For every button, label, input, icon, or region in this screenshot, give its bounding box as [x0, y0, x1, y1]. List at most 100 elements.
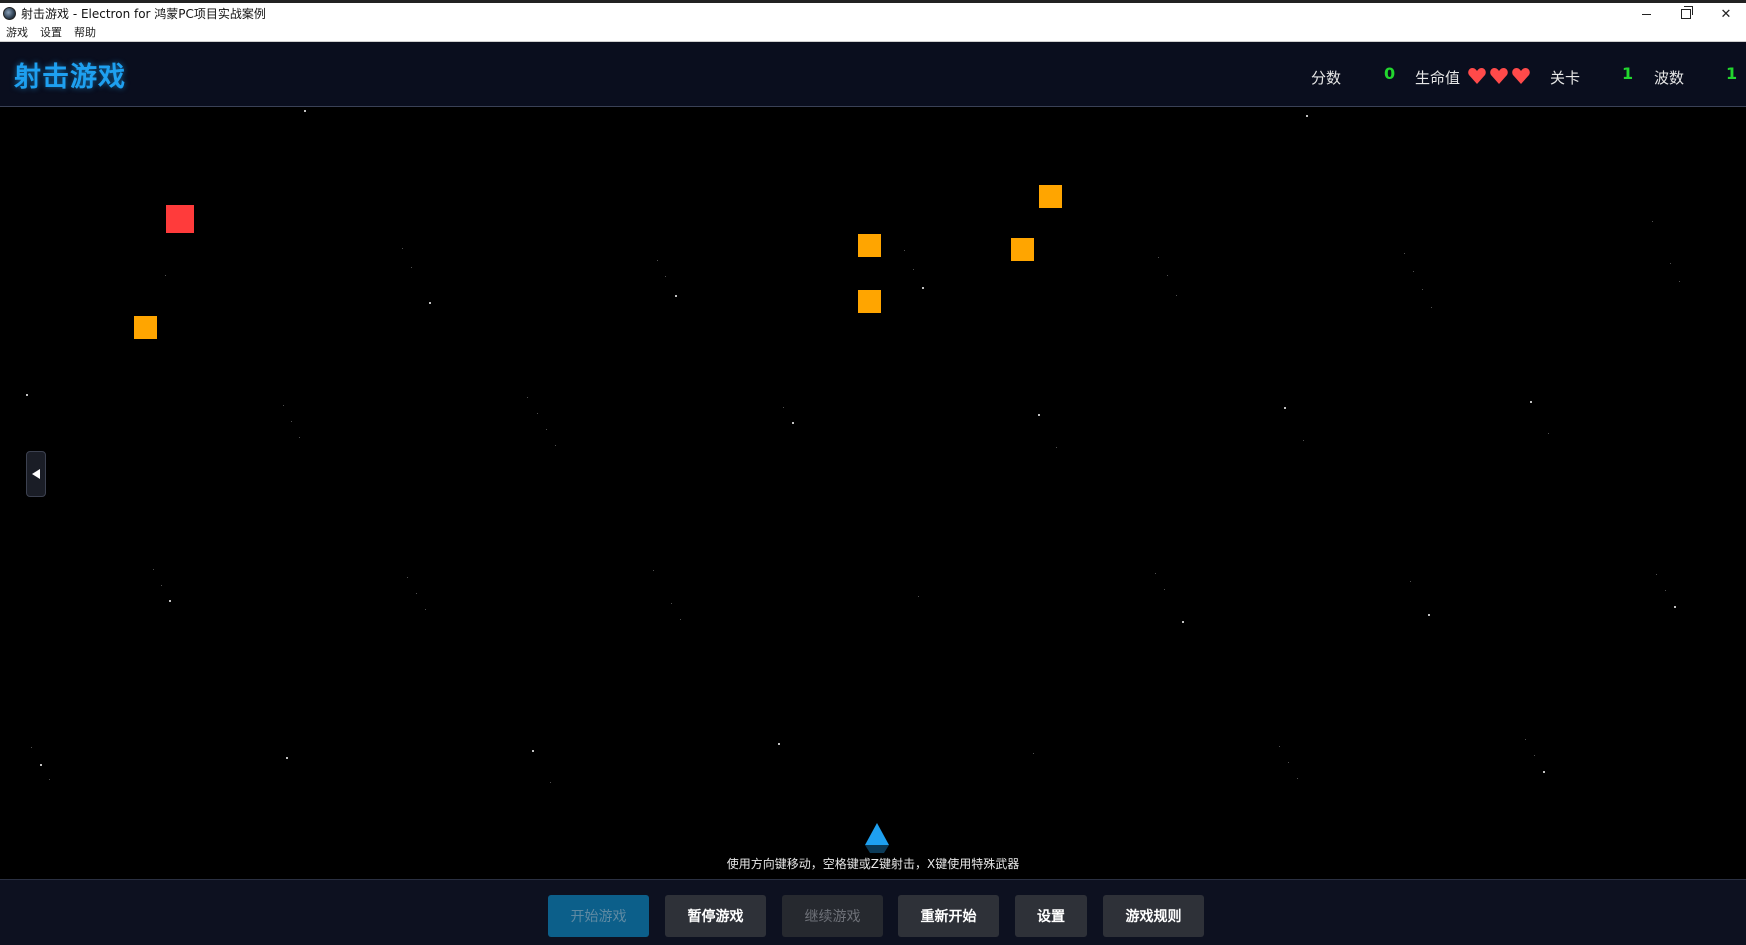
menu-item-game[interactable]: 游戏 — [0, 25, 34, 41]
score-label: 分数 — [1311, 69, 1342, 87]
star — [657, 260, 658, 261]
star — [429, 302, 431, 304]
star — [653, 570, 654, 571]
enemy-red-block — [166, 205, 194, 233]
star — [1158, 257, 1159, 258]
star — [425, 609, 426, 610]
resume-game-button[interactable]: 继续游戏 — [782, 895, 883, 937]
score-value: 0 — [1384, 64, 1396, 83]
star — [1288, 762, 1289, 763]
star — [675, 295, 677, 297]
lives-hearts — [1467, 66, 1531, 86]
star — [1548, 433, 1549, 434]
menu-bar: 游戏 设置 帮助 — [0, 24, 1746, 42]
minimize-button[interactable] — [1626, 4, 1666, 24]
game-header: 射击游戏 分数 0 生命值 关卡 1 波数 1 — [0, 42, 1746, 107]
game-title: 射击游戏 — [14, 62, 126, 93]
star — [1297, 778, 1298, 779]
star — [665, 276, 666, 277]
star — [680, 619, 681, 620]
star — [1279, 746, 1280, 747]
enemy-orange-block — [134, 316, 157, 339]
star — [304, 110, 306, 112]
game-rules-button[interactable]: 游戏规则 — [1103, 895, 1204, 937]
star — [1431, 307, 1432, 308]
star — [1428, 614, 1430, 616]
star — [913, 269, 914, 270]
star — [1543, 771, 1545, 773]
star — [550, 782, 551, 783]
star — [26, 394, 28, 396]
star — [40, 764, 42, 766]
star — [1176, 295, 1177, 296]
star — [1656, 574, 1657, 575]
star — [49, 779, 50, 780]
app-icon — [3, 7, 16, 20]
star — [161, 585, 162, 586]
star — [1303, 440, 1304, 441]
restore-button[interactable] — [1666, 4, 1706, 24]
star — [671, 603, 672, 604]
pause-game-button[interactable]: 暂停游戏 — [665, 895, 766, 937]
star — [1404, 253, 1405, 254]
star — [1670, 263, 1671, 264]
star — [1413, 271, 1414, 272]
enemy-orange-block — [858, 234, 881, 257]
start-game-button[interactable]: 开始游戏 — [548, 895, 649, 937]
star — [153, 569, 154, 570]
settings-button[interactable]: 设置 — [1015, 895, 1087, 937]
star — [532, 750, 534, 752]
star — [283, 405, 284, 406]
title-bar: 射击游戏 - Electron for 鸿蒙PC项目实战案例 ✕ — [0, 0, 1746, 24]
star — [1182, 621, 1184, 623]
star — [1155, 573, 1156, 574]
star — [291, 421, 292, 422]
star — [1652, 221, 1653, 222]
menu-item-settings[interactable]: 设置 — [34, 25, 68, 41]
close-button[interactable]: ✕ — [1706, 4, 1746, 24]
star — [402, 248, 403, 249]
game-canvas[interactable]: 使用方向键移动，空格键或Z键射击，X键使用特殊武器 — [0, 107, 1746, 879]
star — [1033, 753, 1034, 754]
window-title: 射击游戏 - Electron for 鸿蒙PC项目实战案例 — [21, 7, 266, 21]
star — [555, 445, 556, 446]
star — [1534, 755, 1535, 756]
wave-value: 1 — [1726, 64, 1738, 83]
star — [1422, 289, 1423, 290]
lives-label: 生命值 — [1415, 69, 1461, 87]
star — [1410, 581, 1411, 582]
star — [1164, 589, 1165, 590]
control-bar: 开始游戏 暂停游戏 继续游戏 重新开始 设置 游戏规则 — [0, 879, 1746, 945]
minimize-icon — [1641, 13, 1651, 15]
enemy-orange-block — [1011, 238, 1034, 261]
star — [169, 600, 171, 602]
star — [904, 250, 905, 251]
app-window: 射击游戏 - Electron for 鸿蒙PC项目实战案例 ✕ 游戏 设置 帮… — [0, 0, 1746, 945]
star — [1665, 590, 1666, 591]
star — [411, 267, 412, 268]
star — [922, 287, 924, 289]
restore-icon — [1681, 6, 1693, 19]
star — [299, 437, 300, 438]
star — [31, 747, 32, 748]
side-panel-toggle[interactable] — [26, 451, 46, 497]
player-ship — [865, 823, 889, 853]
restart-game-button[interactable]: 重新开始 — [898, 895, 999, 937]
enemy-orange-block — [858, 290, 881, 313]
heart-icon — [1512, 68, 1530, 84]
menu-item-help[interactable]: 帮助 — [68, 25, 102, 41]
wave-label: 波数 — [1654, 69, 1685, 87]
close-icon: ✕ — [1720, 6, 1732, 22]
star — [1530, 401, 1532, 403]
star — [286, 757, 288, 759]
star — [407, 577, 408, 578]
star — [1167, 275, 1168, 276]
star — [546, 429, 547, 430]
star — [527, 397, 528, 398]
star — [1679, 281, 1680, 282]
star — [1056, 447, 1057, 448]
star — [416, 593, 417, 594]
enemy-orange-block — [1039, 185, 1062, 208]
star — [792, 422, 794, 424]
level-value: 1 — [1622, 64, 1634, 83]
